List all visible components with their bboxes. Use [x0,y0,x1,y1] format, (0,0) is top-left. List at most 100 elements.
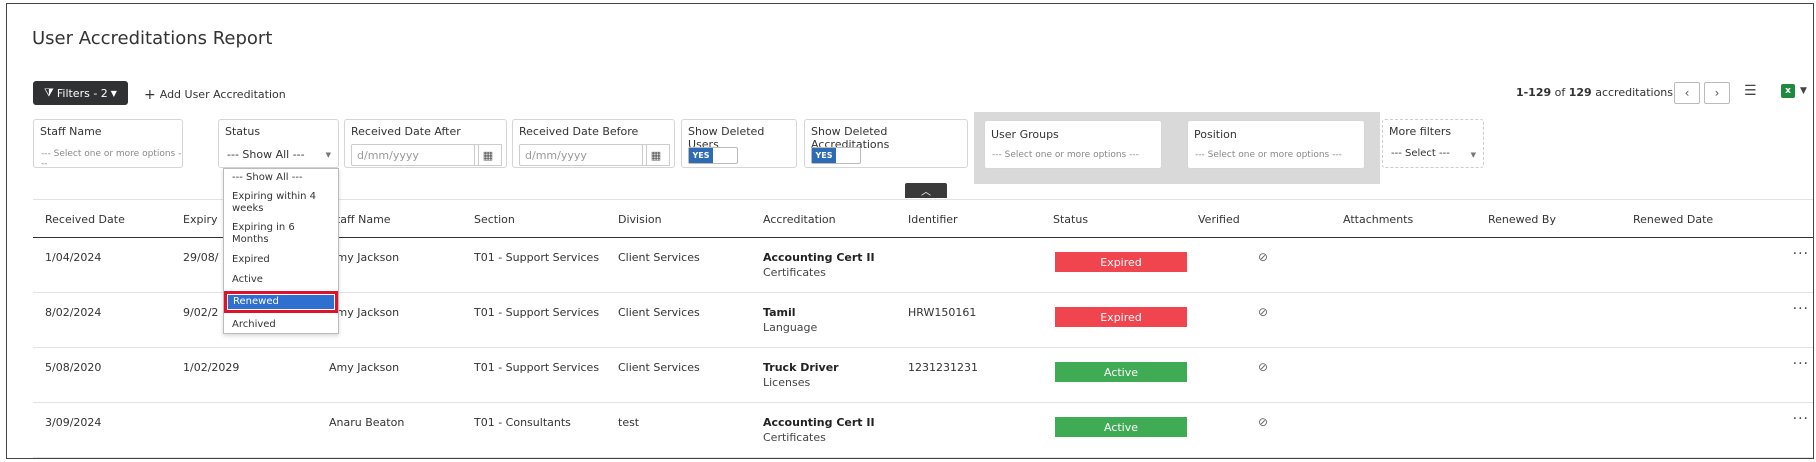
received-after-input[interactable]: d/mm/yyyy [351,144,479,166]
accreditation-cell: Accounting Cert II Certificates [763,416,875,444]
expiry-cell: 1/02/2029 [183,361,240,374]
pager-total: 129 [1568,86,1592,99]
column-header[interactable]: Accreditation [763,213,836,226]
staff-name-placeholder: --- Select one or more options --- [41,149,182,169]
staff-name-filter[interactable]: Staff Name --- Select one or more option… [33,119,183,169]
more-filters[interactable]: More filters --- Select --- ▼ [1382,119,1484,168]
accreditation-category: Certificates [763,431,826,444]
user-groups-label: User Groups [991,128,1059,141]
accreditation-name: Truck Driver [763,361,839,374]
status-option-active[interactable]: Active [232,274,263,286]
received-before-filter: Received Date Before d/mm/yyyy ▦ [512,119,675,168]
accreditation-name: Tamil [763,306,796,319]
toggle-on-label: YES [812,148,836,163]
filters-button[interactable]: ⧩ Filters - 2 ▼ [33,81,128,105]
chevron-down-icon: ▼ [110,88,117,98]
status-option-renewed[interactable]: Renewed [224,291,338,313]
calendar-icon[interactable]: ▦ [474,144,502,166]
excel-export-icon[interactable]: x [1781,84,1795,98]
page-title: User Accreditations Report [32,28,273,49]
status-badge: Expired [1055,307,1187,327]
staff-name-cell: Amy Jackson [329,251,400,264]
column-header[interactable]: Status [1053,213,1088,226]
column-header[interactable]: Section [474,213,515,226]
chevron-right-icon: › [1714,86,1720,100]
show-deleted-users-toggle[interactable]: YES [688,147,738,164]
position-filter[interactable]: Position --- Select one or more options … [1187,120,1365,169]
column-header[interactable]: Verified [1198,213,1240,226]
received-date-cell: 8/02/2024 [45,306,102,319]
pager-suffix: accreditations [1595,86,1673,99]
check-circle-icon: ⊘ [1258,305,1269,319]
user-groups-filter[interactable]: User Groups --- Select one or more optio… [984,120,1162,169]
position-placeholder: --- Select one or more options --- [1195,150,1342,160]
add-user-accreditation-label: Add User Accreditation [159,88,286,101]
column-header[interactable]: Expiry [183,213,218,226]
next-page-button[interactable]: › [1704,82,1730,104]
section-cell: T01 - Support Services [474,251,600,264]
section-cell: T01 - Support Services [474,306,600,319]
check-circle-icon: ⊘ [1258,250,1269,264]
table-row[interactable]: 3/09/2024 Anaru Beaton T01 - Consultants… [33,403,1813,458]
export-dropdown-icon[interactable]: ▼ [1800,86,1807,96]
status-badge: Active [1055,417,1187,437]
show-deleted-accreditations-toggle[interactable]: YES [811,147,861,164]
status-option-expiring-6-months[interactable]: Expiring in 6 Months [232,222,322,246]
prev-page-button[interactable]: ‹ [1674,82,1700,104]
column-header[interactable]: Renewed By [1488,213,1556,226]
staff-name-label: Staff Name [40,125,102,138]
more-filters-value: --- Select --- [1391,148,1450,159]
position-label: Position [1194,128,1237,141]
show-deleted-accreditations-filter: Show Deleted Accreditations YES [804,119,968,168]
division-cell: test [618,416,640,429]
accreditation-cell: Truck Driver Licenses [763,361,839,389]
check-circle-icon: ⊘ [1258,360,1269,374]
pager-summary: 1-129 of 129 accreditations [1516,86,1673,99]
division-cell: Client Services [618,251,700,264]
collapse-filters-button[interactable]: ︿ [905,183,947,198]
more-actions-icon[interactable]: ··· [1793,301,1809,317]
add-user-accreditation-button[interactable]: + Add User Accreditation [144,86,286,103]
status-badge: Expired [1055,252,1187,272]
more-actions-icon[interactable]: ··· [1793,356,1809,372]
column-header[interactable]: Renewed Date [1633,213,1713,226]
status-option-renewed-label: Renewed [228,295,334,309]
staff-name-cell: Amy Jackson [329,306,400,319]
status-option-expired[interactable]: Expired [232,254,270,266]
received-date-cell: 3/09/2024 [45,416,102,429]
status-option-expiring-4-weeks[interactable]: Expiring within 4 weeks [232,191,332,215]
accreditation-category: Certificates [763,266,826,279]
filter-icon: ⧩ [44,86,54,99]
more-actions-icon[interactable]: ··· [1793,246,1809,262]
accreditation-cell: Accounting Cert II Certificates [763,251,875,279]
show-deleted-users-filter: Show Deleted Users YES [681,119,797,168]
pager-of: of [1554,86,1566,99]
status-filter[interactable]: Status --- Show All --- ▼ [218,119,339,168]
received-after-label: Received Date After [351,125,461,138]
status-option-show-all[interactable]: --- Show All --- [232,172,303,184]
staff-name-cell: Amy Jackson [329,361,400,374]
status-option-archived[interactable]: Archived [232,319,276,331]
column-header[interactable]: Attachments [1343,213,1413,226]
calendar-icon[interactable]: ▦ [642,144,670,166]
column-header[interactable]: Identifier [908,213,958,226]
identifier-cell: 1231231231 [908,361,978,374]
accreditation-category: Licenses [763,376,811,389]
plus-icon: + [144,87,156,103]
received-date-cell: 5/08/2020 [45,361,102,374]
table-row[interactable]: 5/08/2020 1/02/2029 Amy Jackson T01 - Su… [33,348,1813,403]
report-page: User Accreditations Report ⧩ Filters - 2… [6,3,1814,459]
column-settings-icon[interactable]: ☰ [1744,83,1757,99]
filters-button-label: Filters - 2 [56,86,108,100]
received-before-input[interactable]: d/mm/yyyy [519,144,647,166]
section-cell: T01 - Consultants [474,416,571,429]
chevron-up-icon: ︿ [921,187,931,198]
more-actions-icon[interactable]: ··· [1793,411,1809,427]
identifier-cell: HRW150161 [908,306,977,319]
accreditation-name: Accounting Cert II [763,416,875,429]
accreditation-category: Language [763,321,818,334]
column-header[interactable]: Division [618,213,662,226]
more-filters-label: More filters [1389,125,1452,138]
column-header[interactable]: Received Date [45,213,125,226]
status-value: --- Show All --- [227,148,305,161]
